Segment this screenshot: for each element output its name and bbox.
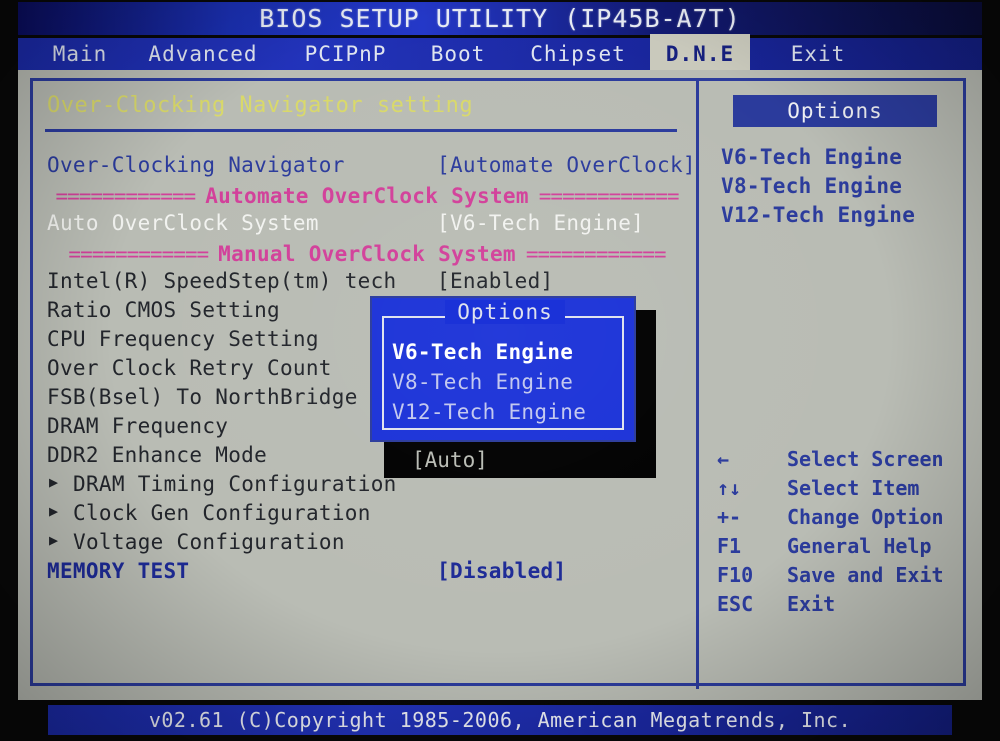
- setting-value[interactable]: [V6-Tech Engine]: [437, 211, 644, 235]
- separator-equals-right: ============: [538, 184, 680, 208]
- help-key-icon: F1: [717, 534, 742, 558]
- setting-label: MEMORY TEST: [47, 559, 190, 583]
- help-row: +- Change Option: [717, 505, 967, 533]
- menu-tab-bar[interactable]: Main Advanced PCIPnP Boot Chipset D.N.E Exit: [18, 34, 982, 74]
- options-popup-dialog[interactable]: Options V6-Tech Engine V8-Tech Engine V12-…: [370, 296, 636, 442]
- submenu-arrow-icon: ▶: [49, 502, 59, 520]
- window-title: BIOS SETUP UTILITY (IP45B-A7T): [259, 4, 741, 33]
- help-row: ← Select Screen: [717, 447, 967, 475]
- tab-label: Boot: [430, 42, 486, 66]
- help-key-icon: F10: [717, 563, 754, 587]
- help-row: ESC Exit: [717, 592, 967, 620]
- tab-label: PCIPnP: [304, 42, 387, 66]
- occluded-value-auto: [Auto]: [412, 448, 488, 472]
- popup-title: Options: [372, 300, 638, 324]
- setting-label: Auto OverClock System: [47, 211, 319, 235]
- separator-title: Manual OverClock System: [218, 242, 516, 266]
- setting-value[interactable]: [Disabled]: [437, 559, 566, 583]
- setting-row[interactable]: Intel(R) SpeedStep(tm) tech [Enabled]: [47, 269, 687, 297]
- tab-boot[interactable]: Boot: [413, 34, 503, 74]
- help-row: F10 Save and Exit: [717, 563, 967, 591]
- title-divider: [45, 129, 677, 132]
- tab-chipset[interactable]: Chipset: [508, 34, 648, 74]
- separator-equals-right: ============: [525, 242, 667, 266]
- setting-row[interactable]: MEMORY TEST [Disabled]: [47, 559, 687, 587]
- help-key-icon: ←: [717, 447, 730, 471]
- help-description: Exit: [787, 592, 836, 616]
- separator-equals-left: ============: [55, 184, 196, 208]
- footer-bar: v02.61 (C)Copyright 1985-2006, American …: [48, 705, 952, 735]
- setting-row[interactable]: Auto OverClock System [V6-Tech Engine]: [47, 211, 687, 239]
- separator-title: Automate OverClock System: [205, 184, 529, 208]
- setting-label: Clock Gen Configuration: [73, 501, 371, 525]
- tab-label: D.N.E: [665, 42, 735, 66]
- options-header: Options: [733, 95, 937, 127]
- help-description: Select Screen: [787, 447, 944, 471]
- option-2[interactable]: V8-Tech Engine: [721, 174, 902, 198]
- tab-exit[interactable]: Exit: [758, 34, 878, 74]
- footer-copyright: v02.61 (C)Copyright 1985-2006, American …: [148, 708, 852, 732]
- setting-label: CPU Frequency Setting: [47, 327, 319, 351]
- tab-main[interactable]: Main: [40, 34, 120, 74]
- submenu-arrow-icon: ▶: [49, 473, 59, 491]
- setting-label: Over Clock Retry Count: [47, 356, 332, 380]
- section-separator: ============ Manual OverClock System =====…: [47, 240, 687, 268]
- tab-advanced[interactable]: Advanced: [128, 34, 278, 74]
- section-separator: ============ Automate OverClock System ===…: [47, 182, 687, 210]
- separator-equals-left: ============: [68, 242, 209, 266]
- setting-label: Over-Clocking Navigator: [47, 153, 345, 177]
- bios-screen: BIOS SETUP UTILITY (IP45B-A7T) Main Advan…: [0, 0, 1000, 741]
- popup-title-text: Options: [445, 300, 565, 324]
- tab-label: Chipset: [530, 42, 626, 66]
- setting-row[interactable]: ▶ Voltage Configuration: [47, 530, 687, 558]
- help-row: F1 General Help: [717, 534, 967, 562]
- option-3[interactable]: V12-Tech Engine: [721, 203, 915, 227]
- setting-label: Intel(R) SpeedStep(tm) tech: [47, 269, 397, 293]
- popup-option-3[interactable]: V12-Tech Engine: [392, 400, 586, 424]
- help-key-icon: ↑↓: [717, 476, 742, 500]
- help-key-icon: +-: [717, 505, 742, 529]
- submenu-arrow-icon: ▶: [49, 531, 59, 549]
- page-title: Over-Clocking Navigator setting: [47, 93, 474, 118]
- help-description: Change Option: [787, 505, 944, 529]
- options-region: Options V6-Tech Engine V8-Tech Engine V12-…: [699, 81, 963, 689]
- setting-label: DRAM Timing Configuration: [73, 472, 397, 496]
- option-1[interactable]: V6-Tech Engine: [721, 145, 902, 169]
- setting-label: DDR2 Enhance Mode: [47, 443, 268, 467]
- help-key-icon: ESC: [717, 592, 754, 616]
- setting-label: Ratio CMOS Setting: [47, 298, 280, 322]
- tab-d-n-e[interactable]: D.N.E: [650, 34, 750, 74]
- tab-pcipnp[interactable]: PCIPnP: [283, 34, 408, 74]
- tab-label: Exit: [790, 42, 846, 66]
- setting-row[interactable]: Over-Clocking Navigator [Automate OverClo…: [47, 153, 696, 181]
- tab-label: Main: [52, 42, 108, 66]
- setting-label: DRAM Frequency: [47, 414, 229, 438]
- popup-option-2[interactable]: V8-Tech Engine: [392, 370, 573, 394]
- help-description: Save and Exit: [787, 563, 944, 587]
- tab-label: Advanced: [148, 42, 258, 66]
- setting-value[interactable]: [Automate OverClock]: [437, 153, 696, 177]
- window-title-bar: BIOS SETUP UTILITY (IP45B-A7T): [18, 2, 982, 35]
- help-description: Select Item: [787, 476, 920, 500]
- setting-label: Voltage Configuration: [73, 530, 345, 554]
- help-description: General Help: [787, 534, 932, 558]
- setting-row[interactable]: ▶ Clock Gen Configuration: [47, 501, 687, 529]
- help-row: ↑↓ Select Item: [717, 476, 967, 504]
- setting-label: FSB(Bsel) To NorthBridge La: [47, 385, 397, 409]
- setting-value[interactable]: [Enabled]: [437, 269, 554, 293]
- popup-option-1[interactable]: V6-Tech Engine: [392, 340, 573, 364]
